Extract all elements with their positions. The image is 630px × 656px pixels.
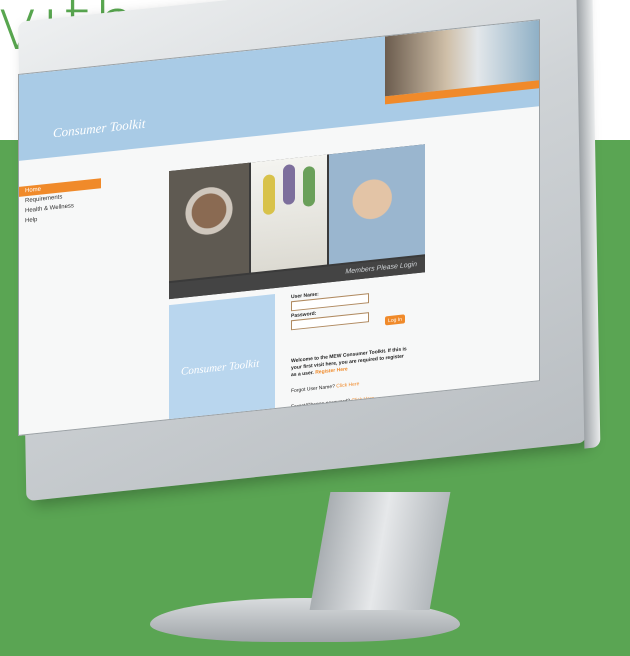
monitor-stand-neck [309, 492, 451, 610]
login-button[interactable]: Log In [385, 314, 405, 326]
sidebar-nav: Home Requirements Health & Wellness Help [19, 175, 129, 227]
spoon-green [303, 165, 315, 208]
photo-older-man [169, 162, 249, 282]
site-title: Consumer Toolkit [53, 115, 146, 141]
hero-photo-strip: Members Please Login [169, 144, 425, 300]
spoon-purple [283, 163, 295, 206]
photo-mother-child [329, 144, 425, 265]
promo-box-title: Consumer Toolkit [181, 357, 260, 378]
monitor-bezel-edge [576, 0, 601, 449]
monitor: Consumer Toolkit Home Requirements Healt… [0, 0, 630, 656]
login-form: User Name: Password: Log In Welcome to t… [291, 278, 431, 411]
monitor-screen: Consumer Toolkit Home Requirements Healt… [18, 19, 540, 436]
forgot-username-text: Forgot User Name? [291, 383, 335, 395]
spoon-yellow [263, 173, 275, 216]
photo-spoons [251, 154, 327, 273]
forgot-username-link[interactable]: Click Here [336, 381, 359, 389]
welcome-text: Welcome to the MEW Consumer Toolkit. If … [291, 346, 407, 378]
welcome-message: Welcome to the MEW Consumer Toolkit. If … [291, 346, 409, 379]
